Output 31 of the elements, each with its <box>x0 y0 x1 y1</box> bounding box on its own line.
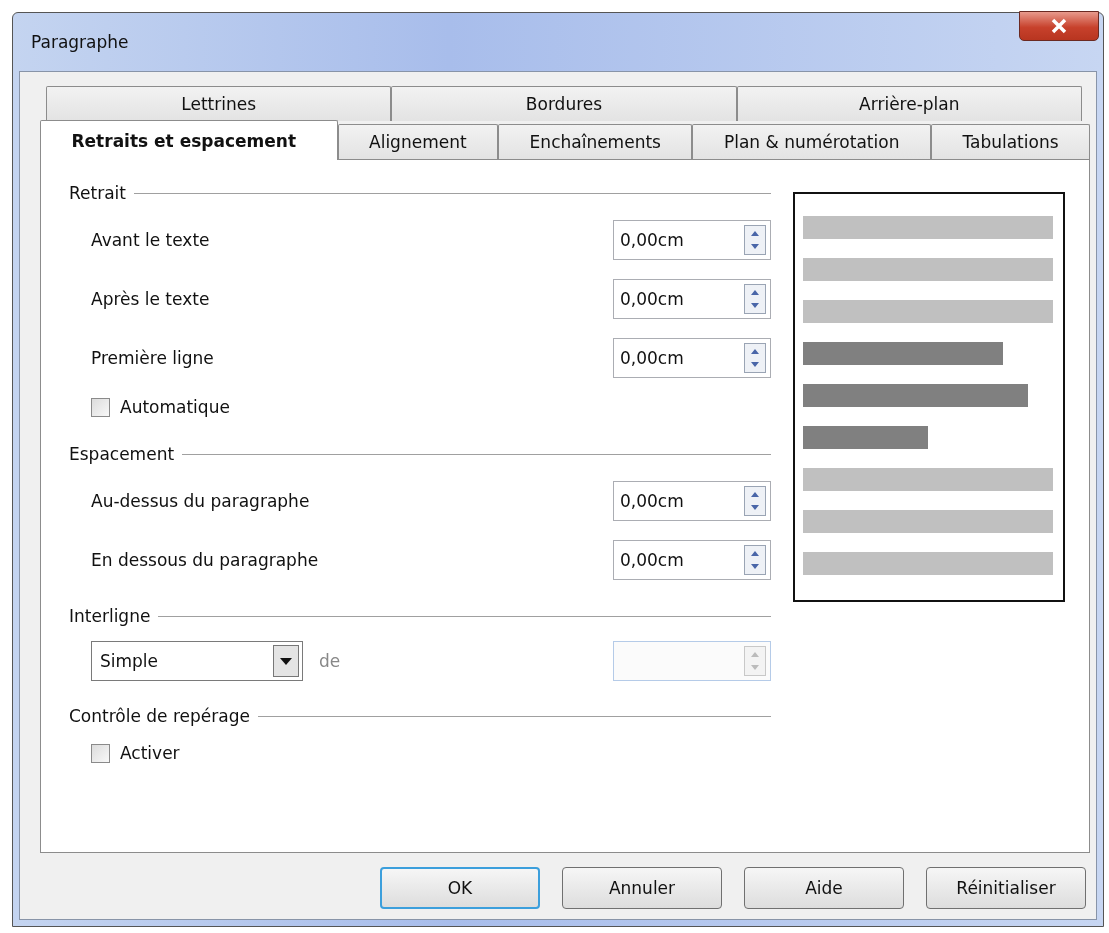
checkbox[interactable]: Automatique <box>91 397 230 417</box>
spin-field[interactable]: 0,00cm <box>613 219 771 260</box>
tab[interactable]: Retraits et espacement <box>40 120 338 160</box>
tab[interactable]: Plan & numérotation <box>692 124 931 159</box>
checkbox[interactable]: Activer <box>91 743 180 763</box>
tab[interactable]: Tabulations <box>930 124 1091 159</box>
section-title: Retrait <box>69 183 127 203</box>
field-label: Au-dessus du paragraphe <box>91 490 311 511</box>
field-label: Première ligne <box>91 347 215 368</box>
tab[interactable]: Bordures <box>391 86 737 121</box>
dialog-button[interactable]: Annuler <box>562 867 722 909</box>
field-label: Avant le texte <box>91 229 211 250</box>
dialog-button[interactable]: Réinitialiser <box>926 867 1086 909</box>
section-title: Interligne <box>69 606 152 626</box>
section-title: Espacement <box>69 444 176 464</box>
tab[interactable]: Alignement <box>337 124 499 159</box>
dialog-button[interactable]: OK <box>380 867 540 909</box>
window-title: Paragraphe <box>31 32 129 52</box>
spin-field[interactable]: 0,00cm <box>613 480 771 521</box>
tab[interactable]: Lettrines <box>46 86 392 121</box>
spin-field[interactable]: 0,00cm <box>613 278 771 319</box>
section-title: Contrôle de repérage <box>69 706 251 726</box>
spin-field[interactable]: 0,00cm <box>613 539 771 580</box>
dialog-button[interactable]: Aide <box>744 867 904 909</box>
field-label: En dessous du paragraphe <box>91 549 320 570</box>
field-label: de <box>319 651 342 671</box>
tab[interactable]: Arrière-plan <box>736 86 1082 121</box>
field-label: Après le texte <box>91 288 211 309</box>
spin-field[interactable]: 0,00cm <box>613 337 771 378</box>
dropdown[interactable]: Simple <box>91 641 303 681</box>
tab[interactable]: Enchaînements <box>498 124 693 159</box>
